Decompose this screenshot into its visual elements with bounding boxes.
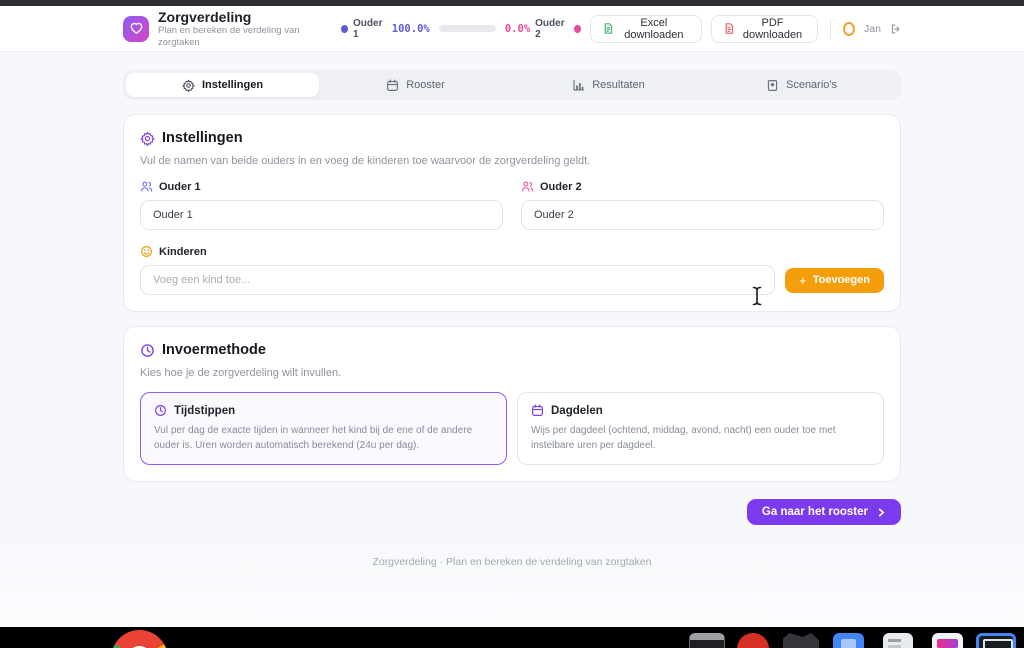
ouder2-field-label: Ouder 2: [540, 181, 582, 193]
chrome-logo-icon[interactable]: [111, 630, 168, 648]
settings-card-description: Vul de namen van beide ouders in en voeg…: [140, 155, 884, 167]
kinderen-field-label: Kinderen: [159, 246, 207, 258]
ouder1-percentage: 100.0%: [392, 23, 430, 35]
header-divider: [830, 19, 831, 39]
text-editor-icon[interactable]: [883, 633, 913, 648]
tab-label: Resultaten: [592, 79, 645, 91]
chevron-right-icon: [877, 508, 886, 517]
media-app-icon[interactable]: [932, 633, 963, 648]
terminal-icon[interactable]: [689, 633, 725, 648]
desktop-taskbar: [0, 627, 1024, 648]
method-card-description: Kies hoe je de zorgverdeling wilt invull…: [140, 367, 884, 379]
bookmark-icon: [766, 79, 779, 92]
tab-resultaten[interactable]: Resultaten: [512, 73, 705, 97]
desktop-screen: Zorgverdeling Plan en bereken de verdeli…: [0, 0, 1024, 648]
calendar-icon: [531, 404, 544, 417]
gear-icon: [182, 79, 195, 92]
footer-text: Zorgverdeling · Plan en bereken de verde…: [0, 556, 1024, 568]
ouder1-field-label: Ouder 1: [159, 181, 201, 193]
care-split-indicator: Ouder 1 100.0% 0.0% Ouder 2: [341, 18, 581, 40]
page-title: Zorgverdeling: [158, 9, 305, 25]
red-browser-icon[interactable]: [737, 633, 769, 648]
console-icon[interactable]: [976, 633, 1016, 648]
tab-label: Scenario's: [786, 79, 837, 91]
pdf-button-label: PDF downloaden: [740, 17, 806, 41]
ouder2-percentage: 0.0%: [505, 23, 530, 35]
gear-icon: [140, 131, 155, 146]
dark-app-icon[interactable]: [783, 633, 819, 648]
option-description: Vul per dag de exacte tijden in wanneer …: [154, 423, 493, 453]
ouder2-users-icon: [521, 180, 534, 193]
tab-scenarios[interactable]: Scenario's: [705, 73, 898, 97]
heart-icon: [129, 21, 144, 36]
user-avatar-icon[interactable]: [843, 22, 855, 36]
bar-chart-icon: [572, 79, 585, 92]
split-progress-bar: [439, 25, 496, 32]
pdf-file-icon: [724, 22, 734, 35]
pdf-download-button[interactable]: PDF downloaden: [711, 15, 819, 43]
option-tijdstippen[interactable]: Tijdstippen Vul per dag de exacte tijden…: [140, 392, 507, 465]
add-button-label: Toevoegen: [813, 274, 870, 286]
calendar-icon: [386, 79, 399, 92]
settings-card-title: Instellingen: [162, 130, 243, 146]
page-body: Instellingen Rooster Resultaten Scenario…: [0, 52, 1024, 648]
ouder2-input[interactable]: [521, 200, 884, 230]
user-name: Jan: [864, 23, 881, 35]
excel-button-label: Excel downloaden: [619, 17, 688, 41]
smiley-icon: [140, 245, 153, 258]
clock-icon: [140, 343, 155, 358]
excel-download-button[interactable]: Excel downloaden: [590, 15, 702, 43]
main-tab-bar: Instellingen Rooster Resultaten Scenario…: [123, 70, 901, 100]
clock-icon: [154, 404, 167, 417]
option-title: Dagdelen: [551, 405, 603, 417]
option-description: Wijs per dagdeel (ochtend, middag, avond…: [531, 423, 870, 453]
tab-label: Instellingen: [202, 79, 263, 91]
logout-icon[interactable]: [890, 22, 901, 36]
ouder1-share-label: Ouder 1: [353, 18, 387, 40]
app-logo: [123, 16, 149, 42]
cta-label: Ga naar het rooster: [762, 506, 868, 518]
file-manager-icon[interactable]: [833, 633, 864, 648]
ouder2-share-label: Ouder 2: [535, 18, 569, 40]
option-title: Tijdstippen: [174, 405, 235, 417]
option-dagdelen[interactable]: Dagdelen Wijs per dagdeel (ochtend, midd…: [517, 392, 884, 465]
add-child-button[interactable]: + Toevoegen: [785, 268, 884, 293]
settings-card: Instellingen Vul de namen van beide oude…: [123, 114, 901, 312]
page-subtitle: Plan en bereken de verdeling van zorgtak…: [158, 25, 305, 49]
kind-input[interactable]: [140, 265, 775, 295]
ouder1-input[interactable]: [140, 200, 503, 230]
excel-file-icon: [603, 22, 613, 35]
app-header: Zorgverdeling Plan en bereken de verdeli…: [0, 6, 1024, 52]
ouder1-dot-icon: [341, 25, 348, 33]
ouder2-dot-icon: [574, 25, 581, 33]
tab-rooster[interactable]: Rooster: [319, 73, 512, 97]
input-method-card: Invoermethode Kies hoe je de zorgverdeli…: [123, 326, 901, 482]
go-to-rooster-button[interactable]: Ga naar het rooster: [747, 499, 901, 525]
ouder1-users-icon: [140, 180, 153, 193]
plus-icon: +: [799, 274, 807, 287]
tab-instellingen[interactable]: Instellingen: [126, 73, 319, 97]
method-card-title: Invoermethode: [162, 342, 266, 358]
tab-label: Rooster: [406, 79, 445, 91]
